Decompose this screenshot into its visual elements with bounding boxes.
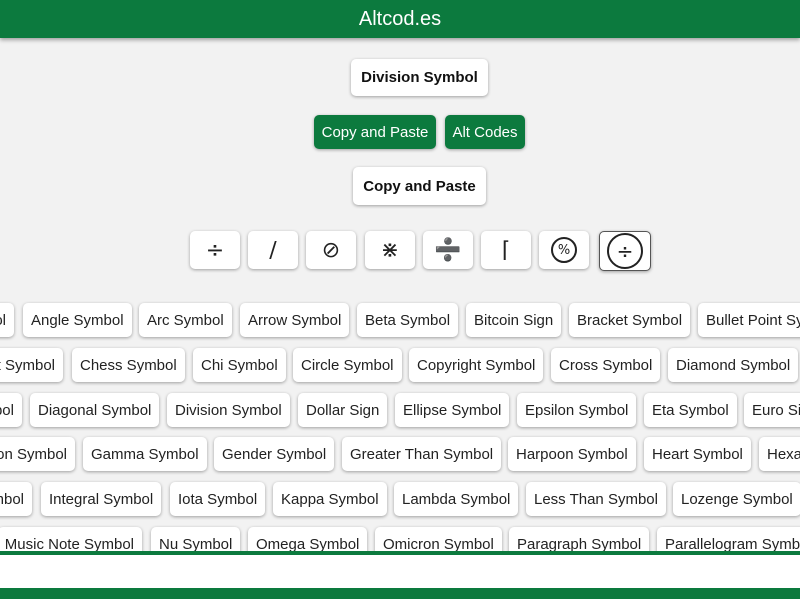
chip-euro-sign[interactable]: Euro Si [744,393,800,427]
percent-circle-icon: % [551,237,577,263]
chip-row0-0[interactable]: ol [0,303,14,337]
chip-diamond-symbol[interactable]: Diamond Symbol [668,348,799,382]
symbol-tile-percent[interactable]: % [539,231,589,269]
chip-row4-0[interactable]: nbol [0,482,32,516]
chip-kappa-symbol[interactable]: Kappa Symbol [273,482,387,516]
chip-heart-symbol[interactable]: Heart Symbol [644,437,751,471]
chip-row2-0[interactable]: bol [0,393,22,427]
chip-harpoon-symbol[interactable]: Harpoon Symbol [508,437,636,471]
chip-bracket-symbol[interactable]: Bracket Symbol [569,303,691,337]
chip-less-than-symbol[interactable]: Less Than Symbol [526,482,666,516]
chip-eta-symbol[interactable]: Eta Symbol [644,393,737,427]
copy-and-paste-heading-button[interactable]: Copy and Paste [353,167,486,205]
symbol-tile-heavy-division[interactable]: ➗ [423,231,473,269]
site-header: Altcod.es [0,0,800,38]
chip-beta-symbol[interactable]: Beta Symbol [357,303,459,337]
copy-and-paste-tab[interactable]: Copy and Paste [314,115,436,149]
chip-paragraph-symbol[interactable]: Paragraph Symbol [509,527,650,551]
chip-row3-0[interactable]: on Symbol [0,437,75,471]
chip-diagonal-symbol[interactable]: Diagonal Symbol [30,393,160,427]
chip-bullet-point-symbol[interactable]: Bullet Point Sy [698,303,800,337]
symbol-tile-division-times[interactable]: ⋇ [365,231,415,269]
chip-arrow-symbol[interactable]: Arrow Symbol [240,303,350,337]
chip-row1-0[interactable]: t Symbol [0,348,63,382]
chip-omicron-symbol[interactable]: Omicron Symbol [375,527,502,551]
chip-dollar-sign[interactable]: Dollar Sign [298,393,388,427]
chip-circle-symbol[interactable]: Circle Symbol [293,348,402,382]
division-symbol-button[interactable]: Division Symbol [351,59,488,96]
chip-greater-than-symbol[interactable]: Greater Than Symbol [342,437,502,471]
symbol-tile-circled-slash[interactable]: ⊘ [306,231,356,269]
chip-integral-symbol[interactable]: Integral Symbol [41,482,162,516]
alt-codes-tab[interactable]: Alt Codes [445,115,525,149]
chip-copyright-symbol[interactable]: Copyright Symbol [409,348,544,382]
copy-text-field[interactable] [0,555,800,588]
chip-iota-symbol[interactable]: Iota Symbol [170,482,266,516]
selected-division-icon: ÷ [607,233,643,269]
related-symbols-list: ol Angle Symbol Arc Symbol Arrow Symbol … [0,295,800,551]
bottom-toolbar [0,588,800,599]
chip-music-note-symbol[interactable]: Music Note Symbol [0,527,142,551]
chip-chess-symbol[interactable]: Chess Symbol [72,348,185,382]
chip-parallelogram-symbol[interactable]: Parallelogram Symb [657,527,800,551]
chip-arc-symbol[interactable]: Arc Symbol [139,303,232,337]
site-title[interactable]: Altcod.es [359,8,441,31]
symbol-tile-division[interactable]: ÷ [190,231,240,269]
chip-bitcoin-sign[interactable]: Bitcoin Sign [466,303,562,337]
chip-cross-symbol[interactable]: Cross Symbol [551,348,661,382]
chip-angle-symbol[interactable]: Angle Symbol [23,303,132,337]
chip-hexagon-symbol[interactable]: Hexa [759,437,800,471]
chip-gender-symbol[interactable]: Gender Symbol [214,437,335,471]
symbol-tile-division-selected[interactable]: ÷ [599,231,651,271]
chip-division-symbol[interactable]: Division Symbol [167,393,290,427]
chip-lozenge-symbol[interactable]: Lozenge Symbol [673,482,800,516]
chip-nu-symbol[interactable]: Nu Symbol [151,527,241,551]
chip-gamma-symbol[interactable]: Gamma Symbol [83,437,207,471]
chip-chi-symbol[interactable]: Chi Symbol [193,348,286,382]
chip-omega-symbol[interactable]: Omega Symbol [248,527,368,551]
symbol-tile-left-ceiling[interactable]: ⌈ [481,231,531,269]
chip-ellipse-symbol[interactable]: Ellipse Symbol [395,393,510,427]
symbol-tile-division-slash[interactable]: ∕ [248,231,298,269]
chip-lambda-symbol[interactable]: Lambda Symbol [394,482,519,516]
chip-epsilon-symbol[interactable]: Epsilon Symbol [517,393,637,427]
